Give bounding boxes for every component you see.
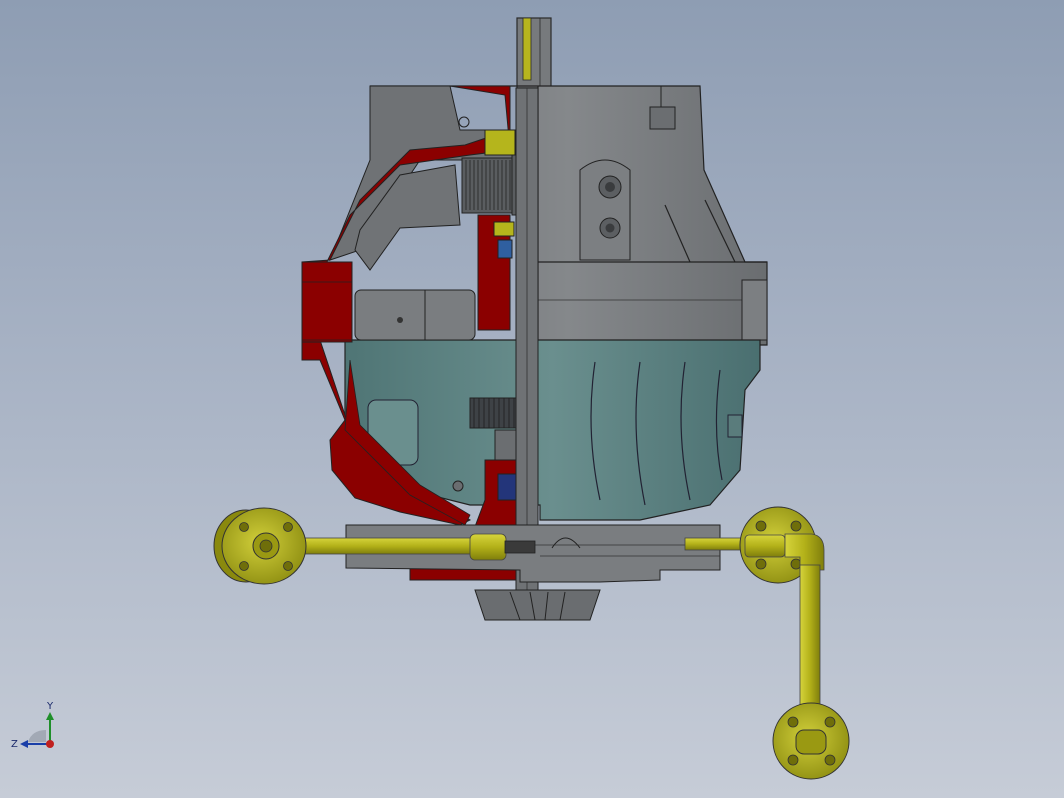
z-axis-arrow	[20, 740, 28, 748]
right-pipe[interactable]	[684, 506, 850, 780]
y-axis-arrow	[46, 712, 54, 720]
top-shaft[interactable]	[516, 17, 552, 89]
axis-triad: Y Z	[11, 701, 54, 750]
triad-plane	[28, 730, 46, 742]
x-axis-dot	[46, 740, 54, 748]
cad-viewport[interactable]: Y Z	[0, 0, 1064, 798]
y-axis-label: Y	[46, 701, 54, 712]
gearbox-section-model[interactable]	[0, 0, 1064, 798]
z-axis-label: Z	[11, 739, 18, 750]
